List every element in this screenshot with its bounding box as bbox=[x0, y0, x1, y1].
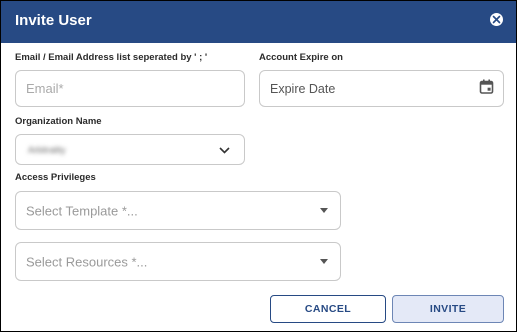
caret-down-icon[interactable] bbox=[320, 258, 328, 264]
dialog-header: Invite User bbox=[1, 1, 516, 43]
dialog-title: Invite User bbox=[15, 12, 92, 29]
resources-placeholder: Select Resources *... bbox=[26, 254, 148, 269]
template-select[interactable]: Select Template *... bbox=[15, 191, 341, 230]
expire-label: Account Expire on bbox=[259, 52, 343, 63]
invite-user-dialog: Invite User Email / Email Address list s… bbox=[0, 0, 517, 332]
close-icon[interactable] bbox=[490, 13, 503, 26]
chevron-down-icon[interactable] bbox=[219, 141, 230, 159]
invite-button[interactable]: INVITE bbox=[392, 295, 504, 323]
email-label: Email / Email Address list seperated by … bbox=[15, 52, 208, 63]
cancel-button[interactable]: CANCEL bbox=[270, 295, 386, 323]
template-placeholder: Select Template *... bbox=[26, 203, 138, 218]
resources-select[interactable]: Select Resources *... bbox=[15, 242, 341, 281]
email-field-box bbox=[15, 70, 245, 107]
email-field[interactable] bbox=[26, 71, 214, 106]
access-privileges-label: Access Privileges bbox=[15, 172, 96, 183]
expire-date-placeholder: Expire Date bbox=[270, 81, 336, 96]
caret-down-icon[interactable] bbox=[320, 207, 328, 213]
calendar-icon[interactable] bbox=[479, 78, 494, 99]
organization-select[interactable]: Arbitrality bbox=[15, 134, 245, 165]
organization-value: Arbitrality bbox=[28, 144, 66, 155]
organization-label: Organization Name bbox=[15, 116, 102, 127]
expire-date-field[interactable]: Expire Date bbox=[259, 70, 504, 107]
